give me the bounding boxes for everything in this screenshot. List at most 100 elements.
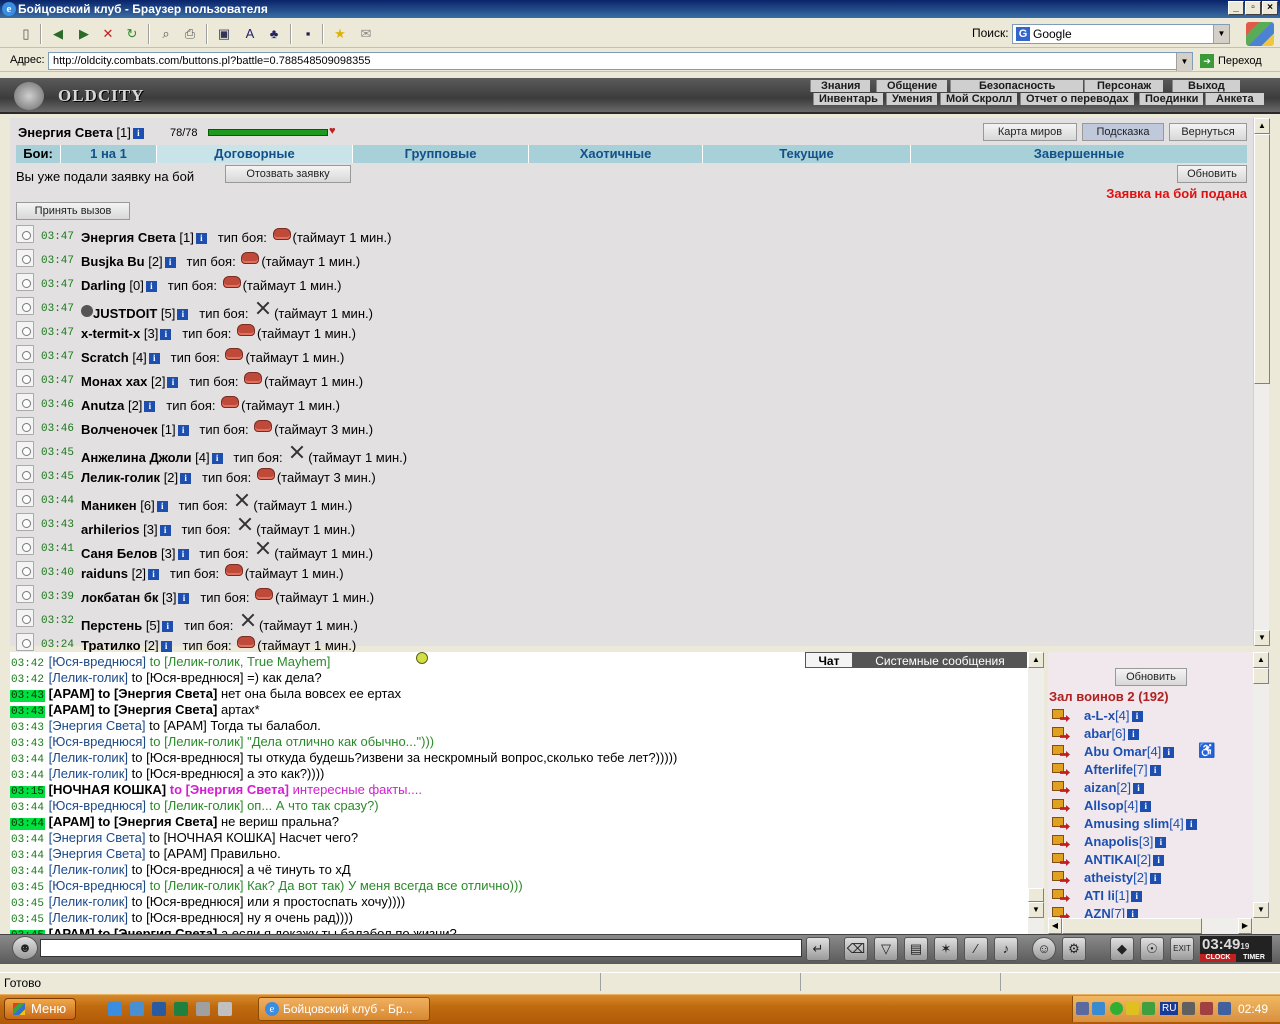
language-indicator[interactable]: RU (1160, 1002, 1179, 1015)
fight-radio[interactable] (16, 393, 34, 411)
user-name[interactable]: aizan (1084, 780, 1117, 795)
withdraw-button[interactable]: Отозвать заявку (225, 165, 351, 183)
refresh-fights-button[interactable]: Обновить (1177, 165, 1247, 183)
chat-time[interactable]: 03:44 (10, 802, 45, 814)
player-name[interactable]: Маникен (81, 498, 137, 513)
fight-radio[interactable] (16, 225, 34, 243)
chat-time[interactable]: 03:43 (10, 722, 45, 734)
chat-scrollbar[interactable]: ▲ ▼ (1028, 652, 1044, 934)
favorites-icon[interactable]: ★ (330, 24, 350, 44)
menu-skills[interactable]: Умения (886, 93, 938, 105)
private-message-icon[interactable] (1052, 727, 1072, 742)
info-icon[interactable]: i (180, 473, 192, 484)
chat-sender[interactable]: [Лелик-голик] (49, 750, 128, 765)
chat-sender[interactable]: [Лелик-голик] (49, 766, 128, 781)
info-icon[interactable]: i (164, 257, 176, 268)
scroll-up-icon[interactable]: ▲ (1254, 118, 1270, 134)
sound-icon[interactable]: ♪ (994, 937, 1018, 961)
info-icon[interactable]: i (1131, 711, 1143, 722)
fight-radio[interactable] (16, 417, 34, 435)
scroll-left-icon[interactable]: ◀ (1048, 918, 1062, 934)
chat-sender[interactable]: [АРАМ] (49, 702, 95, 717)
tab-system-messages[interactable]: Системные сообщения (853, 652, 1027, 668)
stop-icon[interactable]: ✕ (98, 24, 118, 44)
player-name[interactable]: Саня Белов (81, 546, 157, 561)
fight-radio[interactable] (16, 321, 34, 339)
tray-shield-icon[interactable] (1142, 1002, 1155, 1015)
mail-icon[interactable]: ✉ (356, 24, 376, 44)
log-icon[interactable]: ▤ (904, 937, 928, 961)
desktop-quicklaunch-icon[interactable] (152, 1002, 166, 1016)
chevron-down-icon[interactable]: ▼ (1213, 25, 1229, 43)
user-name[interactable]: Anapolis (1084, 834, 1139, 849)
info-icon[interactable]: i (159, 525, 171, 536)
fight-radio[interactable] (16, 345, 34, 363)
accept-challenge-button[interactable]: Принять вызов (16, 202, 130, 220)
scroll-right-icon[interactable]: ▶ (1238, 918, 1252, 934)
info-icon[interactable]: i (1127, 729, 1139, 740)
info-icon[interactable]: i (148, 353, 160, 364)
menu-profile[interactable]: Анкета (1205, 93, 1264, 105)
player-name[interactable]: локбатан бк (81, 590, 158, 605)
settings-icon[interactable]: ⚙ (1062, 937, 1086, 961)
scroll-thumb[interactable] (1253, 668, 1269, 684)
bag-icon[interactable]: ◆ (1110, 937, 1134, 961)
chat-time[interactable]: 03:44 (10, 866, 45, 878)
go-button[interactable]: ➔ Переход (1200, 52, 1262, 70)
info-icon[interactable]: i (1185, 819, 1197, 830)
info-icon[interactable]: i (1163, 747, 1175, 758)
menu-exit[interactable]: Выход (1172, 80, 1240, 92)
player-name[interactable]: Тратилко (81, 638, 141, 653)
maximize-button[interactable]: ▫ (1245, 1, 1261, 15)
info-icon[interactable]: i (156, 501, 168, 512)
private-message-icon[interactable] (1052, 853, 1072, 868)
info-icon[interactable]: i (211, 453, 223, 464)
chat-sender[interactable]: [Энергия Света] (49, 846, 146, 861)
fight-radio[interactable] (16, 585, 34, 603)
translit-icon[interactable]: ⁄ (964, 937, 988, 961)
user-name[interactable]: atheisty (1084, 870, 1133, 885)
fight-radio[interactable] (16, 441, 34, 459)
private-message-icon[interactable] (1052, 871, 1072, 886)
tray-misc-icon[interactable] (1200, 1002, 1213, 1015)
chat-time[interactable]: 03:44 (10, 770, 45, 782)
info-icon[interactable]: i (195, 233, 207, 244)
tree-icon[interactable]: ♣ (264, 24, 284, 44)
menu-character[interactable]: Персонаж (1084, 80, 1164, 92)
chat-sender[interactable]: [Юся-вреднюся] (49, 734, 146, 749)
smiley-icon[interactable]: ☺ (1032, 937, 1056, 961)
menu-communication[interactable]: Общение (876, 80, 948, 92)
chat-time[interactable]: 03:15 (10, 786, 46, 798)
tab-current[interactable]: Текущие (702, 145, 910, 163)
fights-scrollbar[interactable]: ▲ ▼ (1253, 118, 1270, 646)
chat-sender[interactable]: [Лелик-голик] (49, 862, 128, 877)
user-name[interactable]: abar (1084, 726, 1111, 741)
chat-sender[interactable]: [Энергия Света] (49, 718, 146, 733)
player-name[interactable]: JUSTDOIT (93, 306, 157, 321)
private-message-icon[interactable] (1052, 817, 1072, 832)
info-icon[interactable]: i (177, 549, 189, 560)
return-button[interactable]: Вернуться (1169, 123, 1247, 141)
scroll-thumb[interactable] (1254, 134, 1270, 384)
file-quicklaunch-icon[interactable] (196, 1002, 210, 1016)
chat-time[interactable]: 03:43 (10, 690, 46, 702)
tab-finished[interactable]: Завершенные (910, 145, 1247, 163)
menu-knowledge[interactable]: Знания (810, 80, 871, 92)
chat-sender[interactable]: [Юся-вреднюся] (49, 798, 146, 813)
scroll-thumb[interactable] (1062, 918, 1202, 934)
user-name[interactable]: ANTIKAI (1084, 852, 1137, 867)
chat-time[interactable]: 03:42 (10, 658, 45, 670)
fight-icon[interactable]: ✶ (934, 937, 958, 961)
chat-time[interactable]: 03:44 (10, 818, 46, 830)
refresh-icon[interactable]: ↻ (122, 24, 142, 44)
world-map-button[interactable]: Карта миров (983, 123, 1077, 141)
chat-time[interactable]: 03:45 (10, 914, 45, 926)
chat-time[interactable]: 03:44 (10, 850, 45, 862)
chat-sender[interactable]: [НОЧНАЯ КОШКА] (49, 782, 166, 797)
player-name[interactable]: Монах хах (81, 374, 147, 389)
forward-icon[interactable]: ▶ (74, 24, 94, 44)
tool-quicklaunch-icon[interactable] (218, 1002, 232, 1016)
add-user-icon[interactable]: ♿ (1198, 742, 1215, 759)
user-name[interactable]: Amusing slim (1084, 816, 1169, 831)
chat-sender[interactable]: [Юся-вреднюся] (49, 654, 146, 669)
